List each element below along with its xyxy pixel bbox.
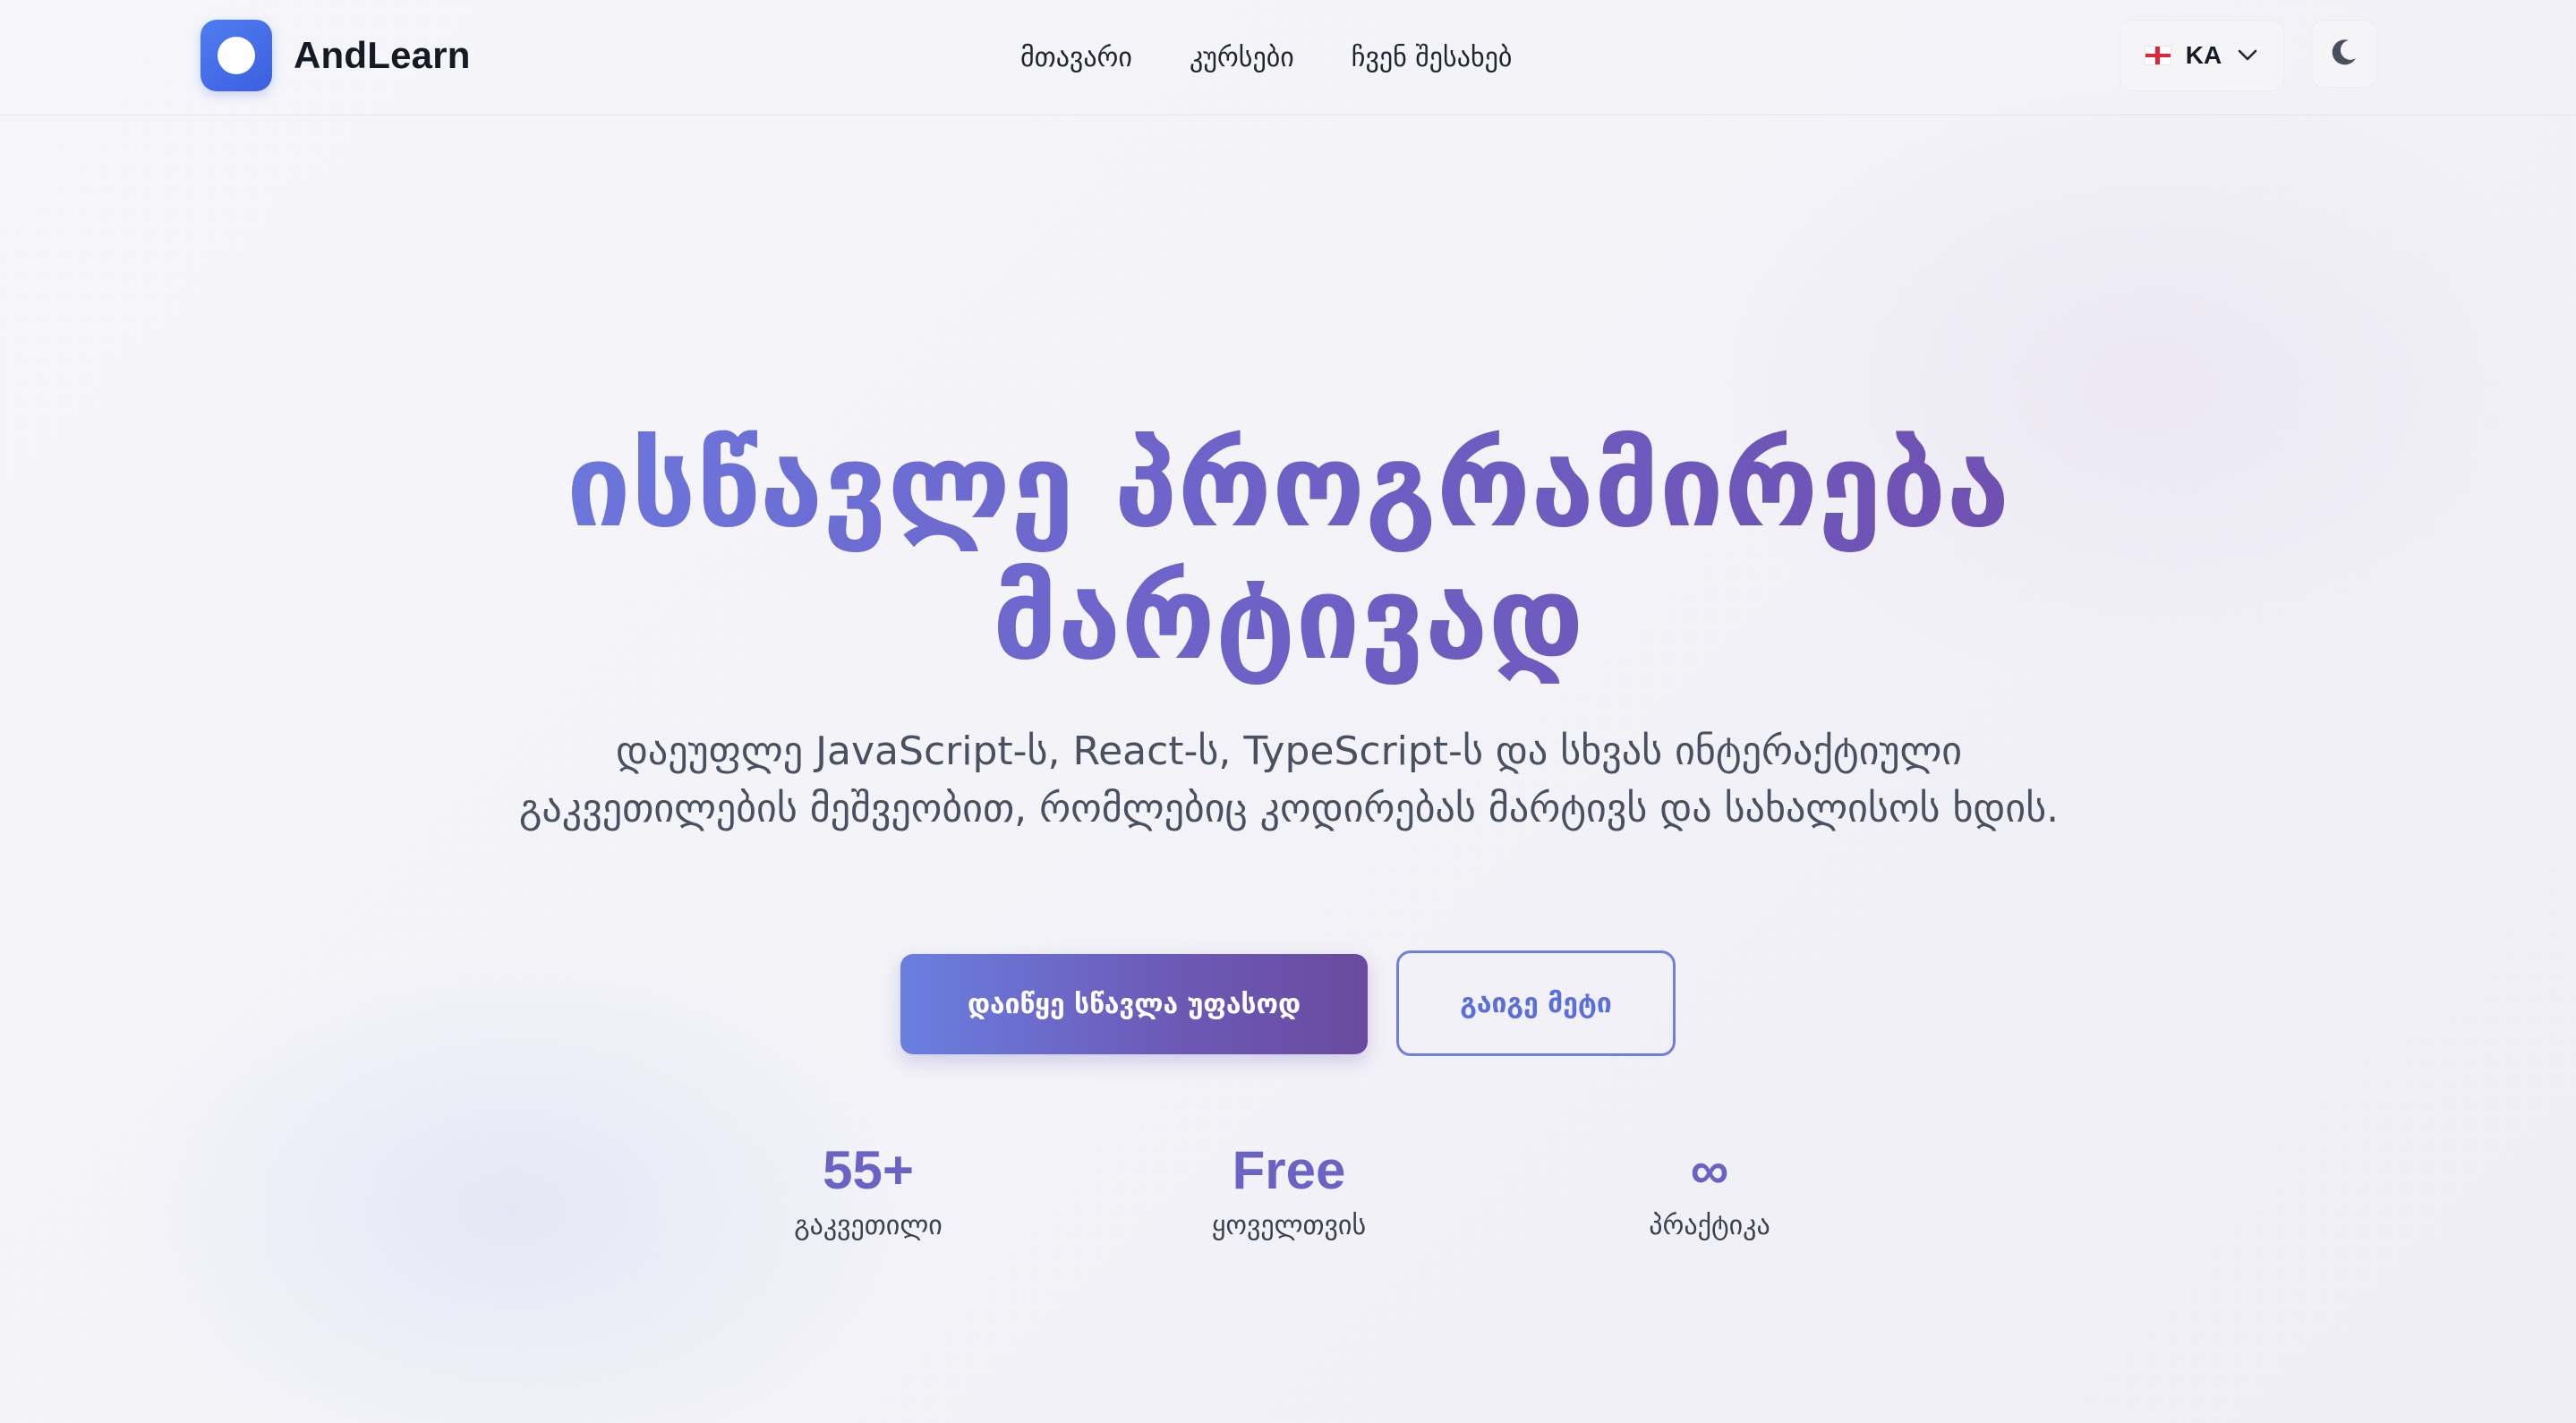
- theme-toggle-button[interactable]: [2311, 20, 2377, 88]
- chevron-down-icon: [2236, 44, 2259, 67]
- stat-value: Free: [1232, 1140, 1346, 1200]
- brand[interactable]: AndLearn: [200, 20, 471, 91]
- hero-title-line-1: ისწავლე პროგრამირება: [566, 420, 2010, 553]
- nav-link-home[interactable]: მთავარი: [1020, 42, 1132, 73]
- learn-more-button[interactable]: გაიგე მეტი: [1396, 950, 1676, 1056]
- moon-icon: [2329, 37, 2359, 71]
- nav-link-courses[interactable]: კურსები: [1190, 42, 1294, 73]
- stat-value: ∞: [1690, 1140, 1729, 1200]
- stat-lessons: 55+ გაკვეთილი: [707, 1140, 1029, 1241]
- georgia-flag-icon: [2144, 46, 2171, 65]
- main-nav: მთავარი კურსები ჩვენ შესახებ: [1020, 36, 1512, 79]
- stat-free: Free ყოველთვის: [1128, 1140, 1450, 1241]
- start-learning-button[interactable]: დაიწყე სწავლა უფასოდ: [900, 954, 1368, 1054]
- hero-title: ისწავლე პროგრამირება მარტივად: [303, 421, 2273, 686]
- hero-title-line-2: მარტივად: [992, 552, 1584, 686]
- brand-name: AndLearn: [294, 34, 471, 76]
- nav-link-about[interactable]: ჩვენ შესახებ: [1352, 42, 1513, 73]
- stat-label: პრაქტიკა: [1649, 1210, 1770, 1241]
- language-selector[interactable]: KA: [2120, 20, 2284, 91]
- stat-label: ყოველთვის: [1211, 1210, 1367, 1241]
- stat-label: გაკვეთილი: [794, 1210, 943, 1241]
- logo-dot: [218, 37, 255, 74]
- top-navbar: AndLearn მთავარი კურსები ჩვენ შესახებ KA: [0, 0, 2576, 115]
- hero-subtitle: დაეუფლე JavaScript-ს, React-ს, TypeScrip…: [518, 729, 2060, 831]
- language-code: KA: [2185, 41, 2222, 69]
- stat-practice: ∞ პრაქტიკა: [1548, 1140, 1871, 1241]
- logo-icon: [200, 20, 272, 91]
- stat-value: 55+: [823, 1140, 914, 1200]
